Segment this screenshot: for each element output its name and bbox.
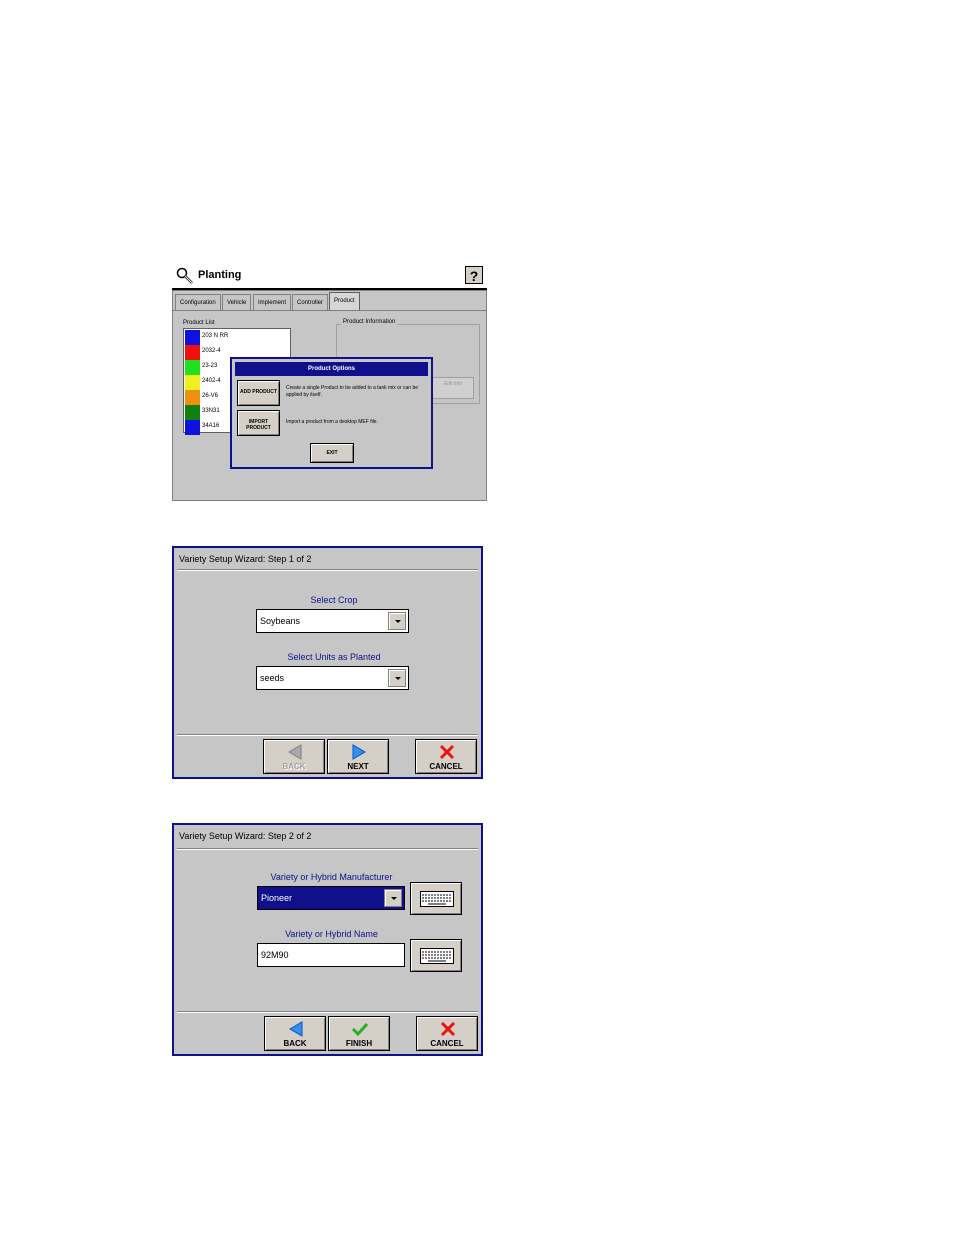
product-name: 33N31	[202, 408, 220, 414]
next-label: NEXT	[347, 762, 369, 771]
product-name: 34A16	[202, 423, 220, 429]
color-swatch	[185, 330, 200, 345]
dialog-title: Variety Setup Wizard: Step 2 of 2	[179, 831, 312, 841]
color-swatch	[185, 405, 200, 420]
product-info-label: Product Information	[341, 319, 398, 325]
checkmark-icon	[351, 1022, 369, 1037]
select-units-label: Select Units as Planted	[287, 652, 381, 662]
wrench-icon	[176, 267, 193, 284]
list-item[interactable]: 203 N RR	[185, 330, 291, 345]
color-swatch	[185, 375, 200, 390]
add-product-button[interactable]: ADD PRODUCT	[237, 380, 280, 406]
tab-configuration[interactable]: Configuration	[175, 294, 221, 310]
product-name: 23-23	[202, 363, 218, 369]
tab-controller[interactable]: Controller	[292, 294, 329, 310]
variety-name-field[interactable]: 92M90	[257, 943, 405, 967]
back-arrow-icon	[289, 1021, 303, 1037]
back-button[interactable]: BACK	[263, 739, 325, 774]
manufacturer-value: Pioneer	[261, 893, 293, 903]
crop-select[interactable]: Soybeans	[256, 609, 409, 633]
next-arrow-icon	[352, 744, 366, 760]
product-name: 26-V6	[202, 393, 219, 399]
planting-body: Configuration Vehicle Implement Controll…	[172, 290, 487, 501]
variety-wizard-step1: Variety Setup Wizard: Step 1 of 2 Select…	[172, 546, 483, 779]
manufacturer-select[interactable]: Pioneer	[257, 886, 405, 910]
select-crop-label: Select Crop	[310, 595, 358, 605]
button-divider	[177, 1011, 478, 1013]
exit-button[interactable]: EXIT	[310, 443, 354, 463]
import-product-description: Import a product from a desktop MEF file…	[286, 419, 378, 425]
product-name: 203 N RR	[202, 333, 229, 339]
color-swatch	[185, 360, 200, 375]
back-button[interactable]: BACK	[264, 1016, 326, 1051]
page-title: Planting	[198, 269, 242, 281]
finish-label: FINISH	[345, 1039, 373, 1048]
units-select[interactable]: seeds	[256, 666, 409, 690]
close-icon	[440, 1021, 456, 1037]
chevron-down-icon[interactable]	[384, 889, 402, 907]
back-arrow-icon	[288, 744, 302, 760]
cancel-label: CANCEL	[429, 762, 463, 771]
dialog-title: Variety Setup Wizard: Step 1 of 2	[179, 554, 312, 564]
button-divider	[177, 734, 478, 736]
import-product-button[interactable]: IMPORT PRODUCT	[237, 410, 280, 436]
crop-value: Soybeans	[260, 616, 301, 626]
back-label: BACK	[282, 762, 306, 771]
tab-divider	[173, 310, 486, 311]
product-options-dialog: Product Options ADD PRODUCT Create a sin…	[230, 357, 433, 469]
product-list-label: Product List	[183, 320, 215, 326]
keyboard-icon	[420, 891, 454, 907]
keyboard-button[interactable]	[410, 939, 462, 972]
keyboard-button[interactable]	[410, 882, 462, 915]
next-button[interactable]: NEXT	[327, 739, 389, 774]
units-value: seeds	[260, 673, 285, 683]
chevron-down-icon[interactable]	[388, 669, 406, 687]
variety-wizard-step2: Variety Setup Wizard: Step 2 of 2 Variet…	[172, 823, 483, 1056]
finish-button[interactable]: FINISH	[328, 1016, 390, 1051]
color-swatch	[185, 390, 200, 405]
edit-info-button[interactable]: Edit Info	[432, 377, 474, 399]
color-swatch	[185, 345, 200, 360]
back-label: BACK	[283, 1039, 307, 1048]
chevron-down-icon[interactable]	[388, 612, 406, 630]
manufacturer-label: Variety or Hybrid Manufacturer	[270, 872, 393, 882]
tab-product[interactable]: Product	[329, 292, 360, 310]
color-swatch	[185, 420, 200, 435]
product-name: 2032-4	[202, 348, 221, 354]
add-product-description: Create a single Product to be added to a…	[286, 385, 419, 398]
help-button[interactable]: ?	[465, 266, 483, 284]
title-divider	[177, 848, 478, 850]
cancel-label: CANCEL	[430, 1039, 464, 1048]
cancel-button[interactable]: CANCEL	[416, 1016, 478, 1051]
cancel-button[interactable]: CANCEL	[415, 739, 477, 774]
keyboard-icon	[420, 948, 454, 964]
tab-implement[interactable]: Implement	[253, 294, 292, 310]
planting-screen: Planting ? Configuration Vehicle Impleme…	[172, 262, 487, 501]
close-icon	[439, 744, 455, 760]
variety-name-value: 92M90	[261, 950, 289, 960]
product-name: 2402-4	[202, 378, 221, 384]
tab-vehicle[interactable]: Vehicle	[222, 294, 252, 310]
variety-name-label: Variety or Hybrid Name	[285, 929, 378, 939]
dialog-title: Product Options	[235, 362, 428, 376]
title-divider	[177, 569, 478, 571]
